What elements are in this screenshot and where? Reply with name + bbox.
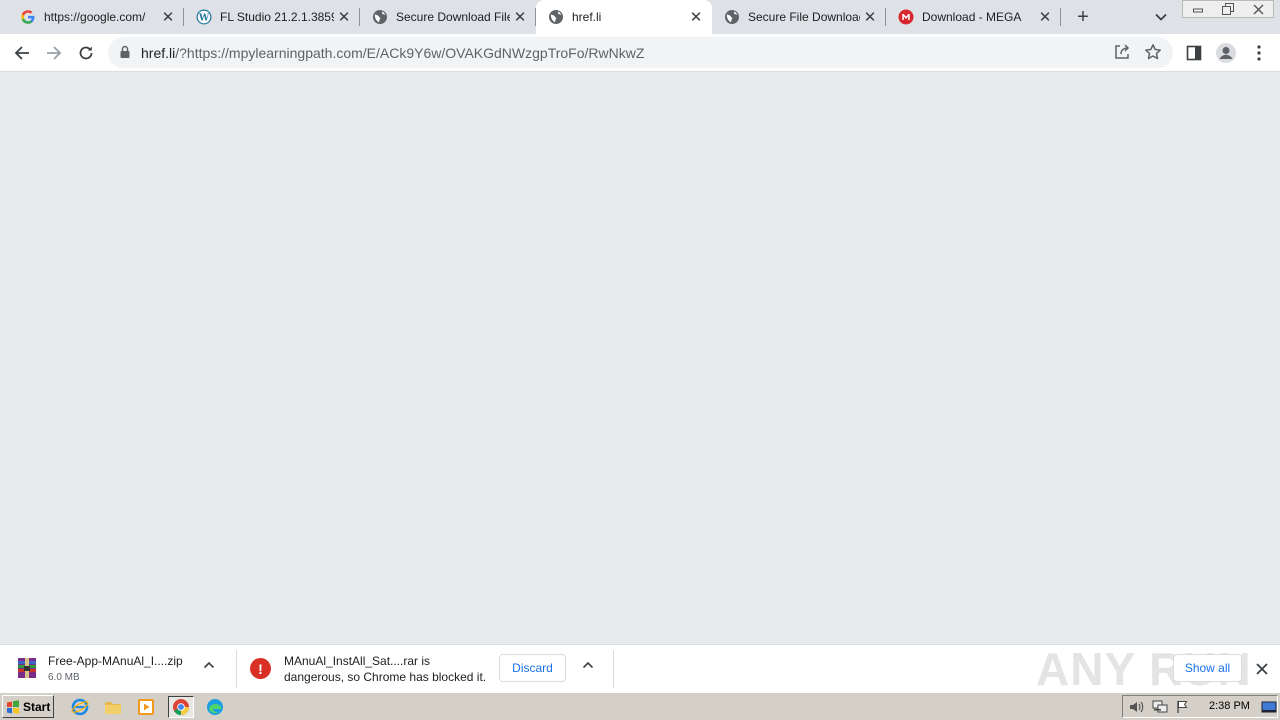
reload-icon [79,46,93,60]
internet-explorer-icon[interactable] [69,696,91,718]
forward-button[interactable] [40,39,68,67]
close-tab-icon[interactable]: ✕ [860,7,880,27]
edge-icon[interactable] [204,696,226,718]
blocked-message-line1: MAnuAl_InstAll_Sat....rar is [284,654,431,668]
restore-button[interactable] [1213,1,1243,17]
start-button[interactable]: Start [2,695,54,718]
bookmark-star-icon[interactable] [1144,43,1162,64]
window-controls [1182,0,1274,18]
folder-icon[interactable] [102,696,124,718]
tab-title: Download - MEGA [922,10,1022,24]
download-size: 6.0 MB [48,672,80,683]
windows-logo-icon [7,699,19,714]
page-content [0,72,1280,644]
tab-href-li[interactable]: href.li ✕ [536,0,712,34]
discard-button[interactable]: Discard [499,654,566,682]
tab-separator [1060,8,1061,26]
taskbar-clock[interactable]: 2:38 PM [1209,700,1250,712]
blocked-message-line2: dangerous, so Chrome has blocked it. [284,670,487,684]
lock-icon[interactable] [119,45,131,62]
system-tray: 2:38 PM [1122,695,1278,718]
reload-button[interactable] [72,39,100,67]
url-host: href.li [141,45,176,61]
network-icon[interactable] [1152,699,1168,715]
tab-title: Secure Download File [396,10,510,24]
show-desktop-icon[interactable] [1261,699,1277,715]
profile-avatar-icon[interactable] [1212,39,1240,67]
address-bar[interactable]: href.li/?https://mpylearningpath.com/E/A… [108,37,1173,68]
globe-icon [372,9,388,25]
share-icon[interactable] [1113,43,1131,64]
start-label: Start [23,699,51,714]
download-filename: Free-App-MAnuAl_I....zip [48,654,183,668]
download-item-blocked: ! MAnuAl_InstAll_Sat....rar is dangerous,… [237,645,613,693]
tab-title: FL Studio 21.2.1.3859 C [220,10,334,24]
tab-secure-file-download[interactable]: Secure File Download ✕ [712,0,886,34]
tab-search-chevron-down-icon[interactable] [1150,7,1172,27]
google-icon [20,9,36,25]
close-tab-icon[interactable]: ✕ [158,7,178,27]
danger-icon: ! [250,658,271,679]
minimize-button[interactable] [1183,1,1213,17]
new-tab-button[interactable]: + [1071,5,1095,29]
close-tab-icon[interactable]: ✕ [1035,7,1055,27]
globe-icon [548,9,564,25]
download-item-zip[interactable]: Free-App-MAnuAl_I....zip 6.0 MB [0,645,236,693]
url-path: /?https://mpylearningpath.com/E/ACk9Y6w/… [175,45,645,61]
blocked-download-message: MAnuAl_InstAll_Sat....rar is dangerous, s… [284,653,486,685]
show-all-button[interactable]: Show all [1173,654,1242,682]
tab-title: https://google.com/ [44,10,146,24]
tab-title: href.li [572,10,602,24]
back-arrow-icon [14,46,29,60]
media-player-icon[interactable] [135,696,157,718]
globe-icon [724,9,740,25]
tab-google[interactable]: https://google.com/ ✕ [8,0,184,34]
tab-strip: https://google.com/ ✕ W FL Studio 21.2.1… [0,0,1280,34]
side-panel-icon[interactable] [1180,39,1208,67]
browser-toolbar: href.li/?https://mpylearningpath.com/E/A… [0,34,1280,72]
tab-secure-download-file[interactable]: Secure Download File ✕ [360,0,536,34]
close-shelf-icon[interactable] [1251,658,1273,680]
close-tab-icon[interactable]: ✕ [686,7,706,27]
download-options-chevron-up-icon[interactable] [582,659,594,674]
close-tab-icon[interactable]: ✕ [510,7,530,27]
winrar-archive-icon [16,656,38,680]
wordpress-icon: W [196,9,212,25]
windows-taskbar: Start 2:38 PM [0,692,1280,720]
chrome-icon[interactable] [168,696,194,718]
svg-text:W: W [198,14,210,24]
download-options-chevron-up-icon[interactable] [203,659,215,674]
download-shelf: Free-App-MAnuAl_I....zip 6.0 MB ! MAnuAl… [0,644,1280,693]
mega-icon [898,9,914,25]
close-window-button[interactable] [1243,1,1273,17]
download-separator [613,650,614,688]
back-button[interactable] [8,39,36,67]
close-tab-icon[interactable]: ✕ [334,7,354,27]
tab-mega[interactable]: Download - MEGA ✕ [886,0,1061,34]
action-center-flag-icon[interactable] [1175,699,1191,715]
tab-fl-studio[interactable]: W FL Studio 21.2.1.3859 C ✕ [184,0,360,34]
more-menu-icon[interactable] [1245,39,1273,67]
tab-title: Secure File Download [748,10,860,24]
forward-arrow-icon [47,46,62,60]
url-text[interactable]: href.li/?https://mpylearningpath.com/E/A… [141,45,644,61]
volume-icon[interactable] [1129,699,1145,715]
